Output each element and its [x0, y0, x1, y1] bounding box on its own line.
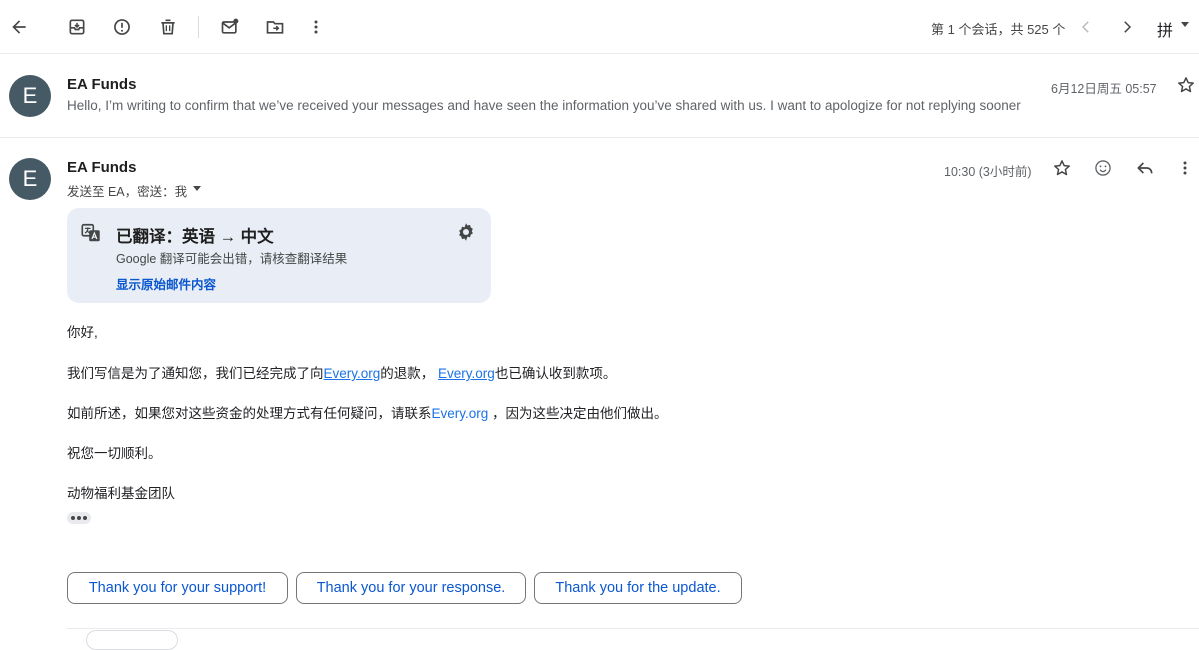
toolbar-divider-line [0, 53, 1199, 54]
reply-area-divider [67, 628, 1199, 629]
input-tools-label[interactable]: 拼 [1157, 17, 1173, 41]
body-text: 如前所述，如果您对这些资金的处理方式有任何疑问，请联系 [67, 406, 432, 421]
smart-reply-chip[interactable]: Thank you for the update. [534, 572, 742, 604]
message-snippet[interactable]: Hello, I’m writing to confirm that we’ve… [67, 98, 1021, 113]
mark-unread-icon[interactable] [214, 11, 246, 43]
message-date: 6月12日周五 05:57 [1051, 82, 1157, 96]
show-trimmed-content-button[interactable] [67, 512, 91, 524]
body-text: ，因为这些决定由他们做出。 [488, 406, 668, 421]
avatar: E [9, 158, 51, 200]
delete-icon[interactable] [152, 11, 184, 43]
translate-icon [75, 217, 107, 249]
recipients-dropdown-icon[interactable] [193, 186, 201, 191]
reply-icon[interactable] [1129, 152, 1161, 184]
every-org-link[interactable]: Every.org [324, 366, 381, 381]
recipients-summary[interactable]: 发送至 EA，密送：我 [67, 181, 187, 200]
archive-icon[interactable] [61, 11, 93, 43]
greeting-text: 你好, [67, 325, 98, 340]
emoji-reaction-icon[interactable] [1087, 152, 1119, 184]
smart-reply-chip[interactable]: Thank you for your response. [296, 572, 526, 604]
star-icon[interactable] [1046, 152, 1078, 184]
newer-chevron-icon[interactable] [1070, 11, 1102, 43]
translation-note: Google 翻译可能会出错，请核查翻译结果 [116, 252, 348, 266]
body-paragraph: 我们写信是为了通知您，我们已经完成了向Every.org的退款， Every.o… [67, 362, 616, 382]
show-original-link[interactable]: 显示原始邮件内容 [116, 274, 216, 293]
message-divider [0, 137, 1199, 138]
toolbar: 第 1 个会话，共 525 个 拼 [0, 0, 1199, 54]
more-vert-icon[interactable] [300, 11, 332, 43]
body-paragraph: 如前所述，如果您对这些资金的处理方式有任何疑问，请联系Every.org ，因为… [67, 402, 668, 422]
every-org-link[interactable]: Every.org [438, 366, 495, 381]
toolbar-divider [198, 16, 199, 38]
body-text: 我们写信是为了通知您，我们已经完成了向 [67, 366, 324, 381]
body-text: 也已确认收到款项。 [494, 366, 617, 381]
dot-icon [83, 516, 87, 520]
move-to-icon[interactable] [259, 11, 291, 43]
star-icon[interactable] [1170, 69, 1199, 101]
every-org-link[interactable]: Every.org [432, 406, 489, 421]
message-time: 10:30 (3小时前) [944, 165, 1032, 179]
body-text: 的退款， [380, 366, 439, 381]
older-chevron-icon[interactable] [1111, 11, 1143, 43]
pager-text: 第 1 个会话，共 525 个 [931, 22, 1066, 37]
closing-text: 祝您一切顺利。 [67, 446, 162, 461]
sender-name: EA Funds [67, 76, 137, 93]
more-vert-icon[interactable] [1169, 152, 1199, 184]
sender-name: EA Funds [67, 159, 137, 176]
reply-button[interactable] [86, 630, 178, 650]
report-spam-icon[interactable] [106, 11, 138, 43]
signature-text: 动物福利基金团队 [67, 486, 175, 501]
avatar: E [9, 75, 51, 117]
dot-icon [71, 516, 75, 520]
input-tools-caret-icon[interactable] [1181, 22, 1189, 27]
smart-reply-chip[interactable]: Thank you for your support! [67, 572, 288, 604]
back-arrow-icon[interactable] [3, 11, 35, 43]
dot-icon [77, 516, 81, 520]
gear-icon[interactable] [450, 216, 482, 248]
translation-title: 已翻译：英语 → 中文 [116, 228, 274, 246]
